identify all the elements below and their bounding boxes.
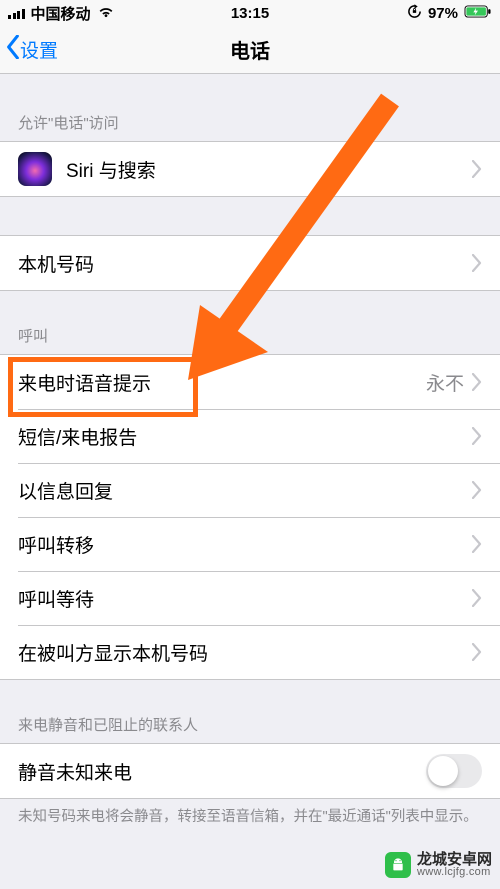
chevron-right-icon <box>472 589 482 607</box>
show-caller-id-label: 在被叫方显示本机号码 <box>18 639 472 666</box>
my-number-label: 本机号码 <box>18 250 472 277</box>
carrier-label: 中国移动 <box>31 3 91 24</box>
chevron-right-icon <box>472 481 482 499</box>
chevron-right-icon <box>472 254 482 272</box>
chevron-right-icon <box>472 643 482 661</box>
cell-siri-search[interactable]: Siri 与搜索 <box>0 142 500 196</box>
wifi-icon <box>97 5 115 22</box>
nav-bar: 设置 电话 <box>0 26 500 74</box>
status-left: 中国移动 <box>8 3 115 24</box>
status-bar: 中国移动 13:15 97% <box>0 0 500 26</box>
chevron-right-icon <box>472 373 482 391</box>
announce-calls-value: 永不 <box>426 369 464 396</box>
siri-icon <box>18 152 52 186</box>
watermark-logo-icon <box>385 852 411 878</box>
watermark: 龙城安卓网 www.lcjfg.com <box>385 852 492 879</box>
cell-show-caller-id[interactable]: 在被叫方显示本机号码 <box>0 625 500 679</box>
chevron-right-icon <box>472 160 482 178</box>
call-waiting-label: 呼叫等待 <box>18 585 472 612</box>
respond-with-text-label: 以信息回复 <box>18 477 472 504</box>
section-access-header: 允许"电话"访问 <box>0 74 500 141</box>
silence-unknown-label: 静音未知来电 <box>18 758 426 785</box>
orientation-lock-icon <box>407 4 422 23</box>
sms-reports-label: 短信/来电报告 <box>18 423 472 450</box>
call-forwarding-label: 呼叫转移 <box>18 531 472 558</box>
cell-call-forwarding[interactable]: 呼叫转移 <box>0 517 500 571</box>
chevron-left-icon <box>6 35 20 65</box>
watermark-line2: www.lcjfg.com <box>417 867 492 879</box>
cell-respond-with-text[interactable]: 以信息回复 <box>0 463 500 517</box>
silence-footnote: 未知号码来电将会静音，转接至语音信箱，并在"最近通话"列表中显示。 <box>0 799 500 842</box>
chevron-right-icon <box>472 535 482 553</box>
cell-silence-unknown[interactable]: 静音未知来电 <box>0 744 500 798</box>
section-silence: 来电静音和已阻止的联系人 静音未知来电 未知号码来电将会静音，转接至语音信箱，并… <box>0 680 500 842</box>
battery-icon <box>464 5 492 22</box>
section-silence-header: 来电静音和已阻止的联系人 <box>0 680 500 743</box>
section-my-number: 本机号码 <box>0 197 500 291</box>
siri-search-label: Siri 与搜索 <box>66 156 472 183</box>
section-access: 允许"电话"访问 Siri 与搜索 <box>0 74 500 197</box>
cell-call-waiting[interactable]: 呼叫等待 <box>0 571 500 625</box>
status-time: 13:15 <box>231 5 269 22</box>
nav-back-label: 设置 <box>20 36 58 63</box>
watermark-line1: 龙城安卓网 <box>417 852 492 868</box>
cell-announce-calls[interactable]: 来电时语音提示 永不 <box>0 355 500 409</box>
cellular-signal-icon <box>8 7 25 19</box>
cell-my-number[interactable]: 本机号码 <box>0 236 500 290</box>
chevron-right-icon <box>472 427 482 445</box>
section-calls: 呼叫 来电时语音提示 永不 短信/来电报告 以信息回复 呼叫转移 呼叫等待 在被… <box>0 291 500 680</box>
status-right: 97% <box>407 4 492 23</box>
cell-sms-reports[interactable]: 短信/来电报告 <box>0 409 500 463</box>
section-calls-header: 呼叫 <box>0 291 500 354</box>
announce-calls-label: 来电时语音提示 <box>18 369 426 396</box>
silence-unknown-toggle[interactable] <box>426 754 482 788</box>
nav-back-button[interactable]: 设置 <box>0 35 58 65</box>
battery-percent: 97% <box>428 5 458 22</box>
nav-title: 电话 <box>230 35 270 64</box>
